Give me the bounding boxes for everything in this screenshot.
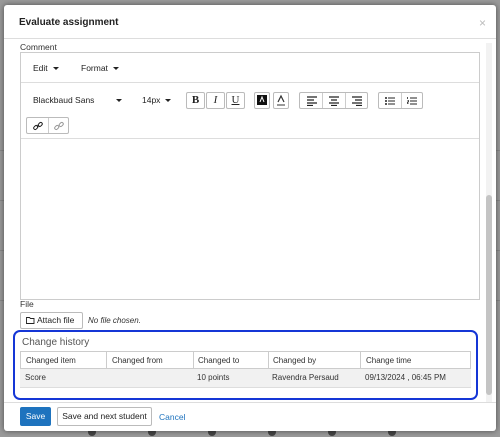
align-left-icon[interactable] — [307, 96, 317, 106]
change-history-title: Change history — [22, 337, 90, 348]
bullet-list-icon[interactable] — [385, 96, 395, 106]
text-color-icon — [257, 95, 267, 105]
menu-edit-label: Edit — [33, 63, 48, 73]
modal-body[interactable]: Comment Edit Format Blackbaud Sans 14px … — [4, 40, 496, 402]
attach-file-button[interactable]: Attach file — [20, 312, 83, 329]
comment-label: Comment — [20, 42, 57, 52]
column-divider — [360, 352, 361, 368]
menu-edit[interactable]: Edit — [33, 63, 59, 73]
menu-format-label: Format — [81, 63, 108, 73]
file-status: No file chosen. — [88, 316, 141, 325]
separator — [401, 93, 402, 108]
underline-button[interactable]: U — [226, 92, 245, 109]
column-header: Changed by — [273, 356, 317, 365]
save-and-next-button[interactable]: Save and next student — [57, 407, 152, 426]
cancel-link[interactable]: Cancel — [159, 412, 185, 422]
column-divider — [268, 352, 269, 368]
scrollbar-thumb[interactable] — [486, 195, 492, 395]
link-group — [26, 117, 69, 134]
separator — [345, 93, 346, 108]
column-divider — [193, 352, 194, 368]
chevron-down-icon — [112, 67, 119, 71]
evaluate-assignment-modal: Evaluate assignment × Comment Edit Forma… — [4, 5, 496, 431]
font-family-select[interactable]: Blackbaud Sans — [33, 95, 123, 105]
align-center-icon[interactable] — [329, 96, 339, 106]
history-table-header: Changed item Changed from Changed to Cha… — [20, 351, 471, 369]
column-header: Changed item — [26, 356, 76, 365]
cell-changed-item: Score — [25, 373, 46, 382]
text-color-button[interactable] — [254, 92, 270, 109]
menu-format[interactable]: Format — [81, 63, 119, 73]
cell-change-time: 09/13/2024 , 06:45 PM — [365, 373, 446, 382]
editor-menubar: Edit Format — [21, 53, 479, 83]
column-header: Changed from — [112, 356, 163, 365]
font-size-value: 14px — [142, 95, 161, 105]
italic-button[interactable]: I — [206, 92, 225, 109]
link-icon[interactable] — [33, 121, 43, 131]
highlight-icon — [277, 94, 285, 106]
column-divider — [106, 352, 107, 368]
change-history-section: Change history Changed item Changed from… — [13, 330, 478, 400]
unlink-icon[interactable] — [54, 121, 64, 131]
rich-text-editor: Edit Format Blackbaud Sans 14px B I U — [20, 52, 480, 300]
modal-footer: Save Save and next student Cancel — [4, 402, 496, 431]
modal-title: Evaluate assignment — [19, 17, 119, 28]
cell-changed-to: 10 points — [197, 373, 230, 382]
align-right-icon[interactable] — [352, 96, 362, 106]
close-icon[interactable]: × — [479, 16, 486, 30]
comment-text-area[interactable] — [21, 140, 479, 300]
bold-button[interactable]: B — [186, 92, 205, 109]
attach-file-label: Attach file — [37, 315, 75, 325]
chevron-down-icon — [116, 99, 123, 103]
separator — [48, 118, 49, 133]
cell-changed-by: Ravendra Persaud — [272, 373, 339, 382]
table-row: Score 10 points Ravendra Persaud 09/13/2… — [20, 369, 471, 388]
folder-open-icon — [26, 317, 35, 324]
editor-toolbar: Blackbaud Sans 14px B I U — [21, 84, 479, 139]
alignment-group — [299, 92, 368, 109]
highlight-button[interactable] — [273, 92, 289, 109]
chevron-down-icon — [52, 67, 59, 71]
chevron-down-icon — [165, 99, 172, 103]
font-family-value: Blackbaud Sans — [33, 95, 95, 105]
column-header: Change time — [366, 356, 412, 365]
numbered-list-icon[interactable] — [407, 96, 417, 106]
save-button[interactable]: Save — [20, 407, 51, 426]
font-size-select[interactable]: 14px — [142, 95, 172, 105]
modal-header: Evaluate assignment × — [4, 5, 496, 39]
separator — [322, 93, 323, 108]
list-group — [378, 92, 423, 109]
column-header: Changed to — [198, 356, 240, 365]
file-label: File — [20, 299, 34, 309]
